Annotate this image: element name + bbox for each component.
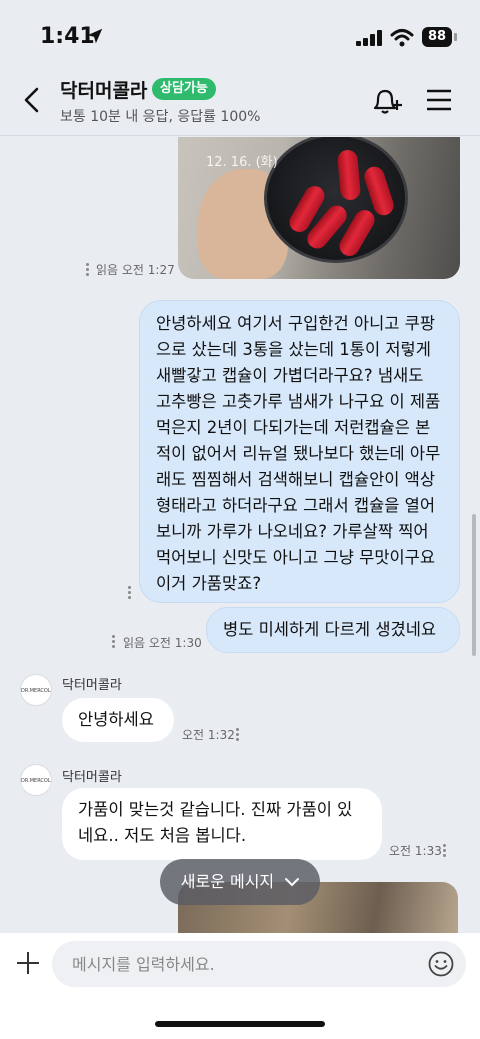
their-message-bubble[interactable]: 가품이 맞는것 같습니다. 진짜 가품이 있네요.. 저도 처음 봅니다. bbox=[62, 788, 382, 860]
message-time: 오전 1:32 bbox=[182, 728, 235, 742]
scrollbar[interactable] bbox=[472, 514, 476, 656]
avatar[interactable]: DR.MERCOLA bbox=[20, 674, 52, 706]
more-options-icon[interactable] bbox=[443, 842, 446, 859]
chat-header: 닥터머콜라 상담가능 보통 10분 내 응답, 응답률 100% bbox=[0, 72, 480, 136]
emoji-icon[interactable] bbox=[428, 951, 454, 977]
home-indicator bbox=[155, 1021, 325, 1027]
sender-name: 닥터머콜라 bbox=[62, 678, 122, 693]
battery-indicator: 88 bbox=[422, 27, 452, 47]
photo-date-overlay: 12. 16. (화) bbox=[206, 155, 278, 170]
plus-icon[interactable] bbox=[16, 951, 40, 975]
message-time: 오전 1:33 bbox=[389, 844, 442, 858]
battery-nub bbox=[454, 33, 457, 41]
their-message-text: 가품이 맞는것 같습니다. 진짜 가품이 있네요.. 저도 처음 봅니다. bbox=[78, 800, 353, 845]
wifi-icon bbox=[390, 29, 414, 47]
photo-black-tray bbox=[264, 137, 408, 263]
my-message-bubble[interactable]: 안녕하세요 여기서 구입한건 아니고 쿠팡으로 샀는데 3통을 샀는데 1통이 … bbox=[139, 300, 460, 603]
read-time-meta: 읽음 오전 1:27 bbox=[96, 263, 175, 277]
more-options-icon[interactable] bbox=[128, 584, 131, 601]
chat-message-list[interactable]: 12. 16. (화) 읽음 오전 1:27 안녕하세요 여기서 구입한건 아니… bbox=[0, 137, 480, 933]
new-message-label: 새로운 메시지 bbox=[180, 872, 275, 891]
message-input[interactable] bbox=[52, 941, 466, 987]
their-message-bubble[interactable]: 안녕하세요 bbox=[62, 698, 174, 742]
more-options-icon[interactable] bbox=[112, 633, 115, 650]
consult-status-badge: 상담가능 bbox=[152, 78, 216, 100]
notification-bell-add-icon[interactable] bbox=[370, 86, 404, 116]
their-message-text: 안녕하세요 bbox=[78, 710, 154, 729]
my-message-bubble[interactable]: 병도 미세하게 다르게 생겼네요 bbox=[206, 607, 460, 653]
chat-title[interactable]: 닥터머콜라 bbox=[60, 76, 147, 103]
new-message-button[interactable]: 새로운 메시지 bbox=[160, 859, 320, 905]
message-input-bar bbox=[0, 933, 480, 1039]
response-info: 보통 10분 내 응답, 응답률 100% bbox=[60, 109, 261, 125]
avatar[interactable]: DR.MERCOLA bbox=[20, 764, 52, 796]
cellular-signal-icon bbox=[356, 30, 382, 46]
photo-message-capsules[interactable]: 12. 16. (화) bbox=[178, 137, 460, 279]
more-options-icon[interactable] bbox=[236, 726, 239, 743]
location-arrow-icon bbox=[87, 28, 103, 44]
hamburger-menu-icon[interactable] bbox=[426, 89, 452, 111]
read-time-meta: 읽음 오전 1:30 bbox=[123, 636, 202, 650]
sender-name: 닥터머콜라 bbox=[62, 770, 122, 785]
back-chevron-icon[interactable] bbox=[20, 86, 44, 114]
chevron-down-icon bbox=[285, 878, 300, 887]
my-message-text: 병도 미세하게 다르게 생겼네요 bbox=[223, 620, 437, 639]
more-options-icon[interactable] bbox=[86, 261, 89, 278]
my-message-text: 안녕하세요 여기서 구입한건 아니고 쿠팡으로 샀는데 3통을 샀는데 1통이 … bbox=[156, 314, 441, 593]
status-bar: 1:41 88 bbox=[0, 0, 480, 72]
